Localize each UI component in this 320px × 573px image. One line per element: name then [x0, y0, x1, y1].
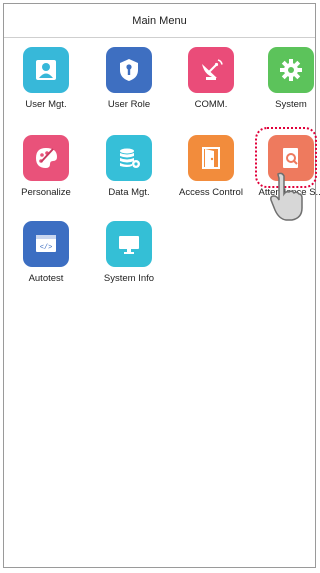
svg-text:</>: </> — [40, 244, 53, 252]
menu-item-label: Personalize — [21, 187, 71, 198]
menu-item-label: Access Control — [179, 187, 243, 198]
menu-item-label: System — [275, 99, 307, 110]
pointer-hand-icon — [270, 172, 303, 221]
menu-item-system-info[interactable]: System Info — [90, 221, 168, 284]
menu-item-label: Data Mgt. — [108, 187, 150, 198]
gear-icon — [268, 47, 314, 93]
main-menu-screen: Main Menu User Mgt. User Role COMM. Syst… — [3, 3, 320, 568]
database-icon — [106, 135, 152, 181]
menu-item-label: User Role — [107, 99, 151, 110]
menu-item-label: User Mgt. — [25, 99, 67, 110]
palette-icon — [23, 135, 69, 181]
monitor-icon — [106, 221, 152, 267]
menu-item-user-role[interactable]: User Role — [90, 47, 168, 110]
shield-icon — [106, 47, 152, 93]
menu-item-data-mgt[interactable]: Data Mgt. — [90, 135, 168, 198]
menu-item-comm[interactable]: COMM. — [172, 47, 250, 110]
page-title-text: Main Menu — [132, 14, 187, 27]
menu-item-personalize[interactable]: Personalize — [7, 135, 85, 198]
menu-item-label: Autotest — [28, 273, 64, 284]
menu-item-label: System Info — [103, 273, 155, 284]
menu-item-system[interactable]: System — [252, 47, 320, 110]
page-title: Main Menu — [4, 4, 315, 38]
menu-item-user-mgt[interactable]: User Mgt. — [7, 47, 85, 110]
door-icon — [188, 135, 234, 181]
menu-item-label: COMM. — [194, 99, 228, 110]
menu-item-autotest[interactable]: </> Autotest — [7, 221, 85, 284]
user-icon — [23, 47, 69, 93]
code-window-icon: </> — [23, 221, 69, 267]
menu-item-access-control[interactable]: Access Control — [172, 135, 250, 198]
satellite-dish-icon — [188, 47, 234, 93]
